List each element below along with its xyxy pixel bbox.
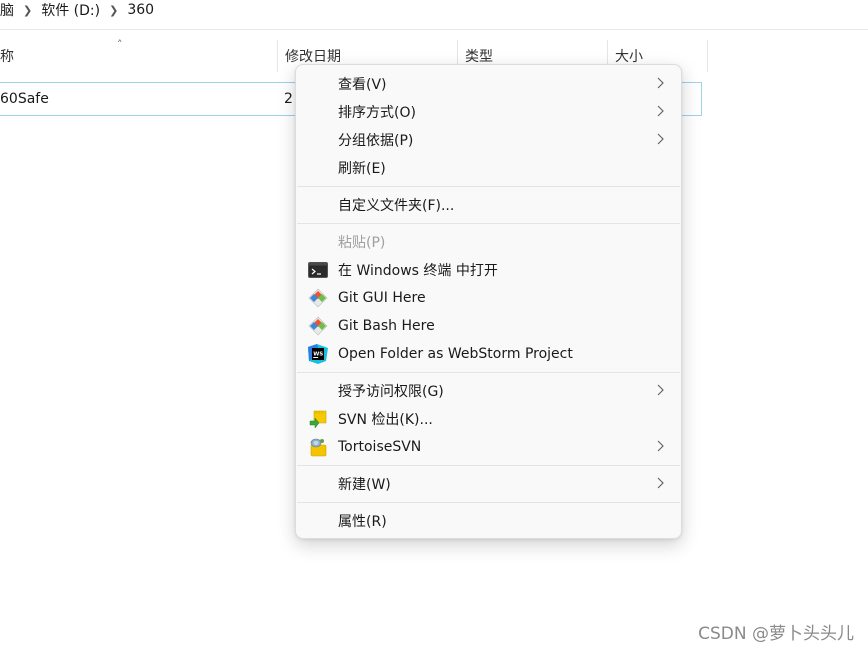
menu-item-label: 排序方式(O): [338, 105, 416, 121]
menu-item-group-by[interactable]: 分组依据(P): [300, 126, 677, 154]
explorer-window: 脑 ❯ 软件 (D:) ❯ 360 称 ˄ 修改日期 类型 大小 60Safe …: [0, 0, 868, 652]
sort-ascending-icon: ˄: [117, 38, 123, 51]
menu-item-label: 自定义文件夹(F)...: [338, 198, 455, 214]
menu-item-label: 授予访问权限(G): [338, 384, 444, 400]
column-header-modified-label: 修改日期: [285, 49, 341, 65]
menu-item-refresh[interactable]: 刷新(E): [300, 154, 677, 182]
menu-item-label: 查看(V): [338, 77, 387, 93]
menu-separator: [297, 372, 680, 373]
chevron-right-icon: ❯: [23, 3, 33, 17]
tortoisesvn-icon: [308, 438, 328, 457]
chevron-right-icon: [657, 477, 664, 489]
menu-item-label: Git GUI Here: [338, 290, 426, 306]
menu-separator: [297, 465, 680, 466]
menu-item-open-terminal[interactable]: 在 Windows 终端 中打开: [300, 256, 677, 284]
menu-item-give-access[interactable]: 授予访问权限(G): [300, 377, 677, 405]
menu-item-new[interactable]: 新建(W): [300, 470, 677, 498]
column-header-size-label: 大小: [615, 49, 643, 65]
svn-checkout-icon: [308, 410, 328, 429]
chevron-right-icon: [657, 384, 664, 396]
menu-item-svn-checkout[interactable]: SVN 检出(K)...: [300, 405, 677, 433]
git-icon: [308, 316, 328, 336]
menu-item-tortoisesvn[interactable]: TortoiseSVN: [300, 433, 677, 461]
menu-item-git-gui[interactable]: Git GUI Here: [300, 284, 677, 312]
chevron-right-icon: [657, 77, 664, 89]
column-header-type-label: 类型: [465, 49, 493, 65]
menu-item-open-webstorm[interactable]: WS Open Folder as WebStorm Project: [300, 340, 677, 368]
chevron-right-icon: [657, 133, 664, 145]
menu-item-label: 属性(R): [338, 514, 387, 530]
menu-item-label: 在 Windows 终端 中打开: [338, 263, 498, 279]
menu-item-view[interactable]: 查看(V): [300, 70, 677, 98]
file-row-modified: 2: [284, 91, 293, 107]
breadcrumb-item-folder[interactable]: 360: [127, 2, 154, 18]
menu-separator: [297, 502, 680, 503]
column-header-name-label: 称: [0, 49, 14, 65]
menu-item-label: 粘贴(P): [338, 235, 386, 251]
menu-item-label: Git Bash Here: [338, 318, 435, 334]
svg-text:WS: WS: [313, 352, 323, 358]
menu-item-sort-by[interactable]: 排序方式(O): [300, 98, 677, 126]
menu-separator: [297, 223, 680, 224]
menu-item-git-bash[interactable]: Git Bash Here: [300, 312, 677, 340]
menu-item-customize-folder[interactable]: 自定义文件夹(F)...: [300, 191, 677, 219]
git-icon: [308, 288, 328, 308]
menu-item-properties[interactable]: 属性(R): [300, 507, 677, 535]
chevron-right-icon: ❯: [109, 3, 119, 17]
menu-separator: [297, 186, 680, 187]
column-header-name[interactable]: 称: [0, 40, 278, 72]
menu-item-label: TortoiseSVN: [338, 439, 422, 455]
breadcrumb-item-computer[interactable]: 脑: [0, 0, 14, 20]
chevron-right-icon: [657, 440, 664, 452]
breadcrumb: 脑 ❯ 软件 (D:) ❯ 360: [0, 0, 154, 20]
toolbar-divider: [0, 29, 868, 30]
terminal-icon: [308, 261, 328, 279]
context-menu: 查看(V) 排序方式(O) 分组依据(P) 刷新(E) 自定义文件夹(F)...…: [295, 64, 682, 539]
menu-item-label: Open Folder as WebStorm Project: [338, 346, 573, 362]
menu-item-label: 刷新(E): [338, 161, 386, 177]
menu-item-label: 新建(W): [338, 477, 391, 493]
menu-item-label: SVN 检出(K)...: [338, 412, 433, 428]
menu-item-paste: 粘贴(P): [300, 228, 677, 256]
watermark: CSDN @萝卜头头儿: [698, 624, 854, 644]
chevron-right-icon: [657, 105, 664, 117]
menu-item-label: 分组依据(P): [338, 133, 414, 149]
file-row-name: 60Safe: [0, 91, 49, 107]
webstorm-icon: WS: [308, 344, 328, 364]
breadcrumb-item-drive[interactable]: 软件 (D:): [41, 0, 100, 20]
